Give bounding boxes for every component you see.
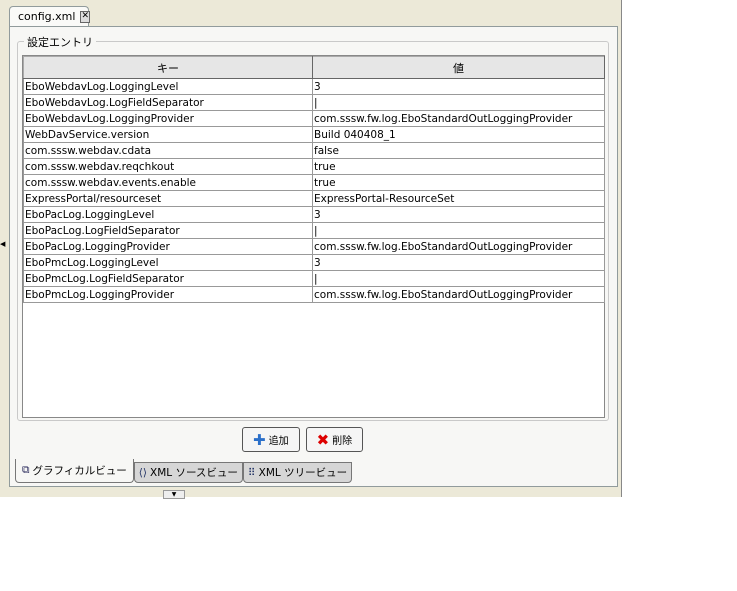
- value-cell[interactable]: Build 040408_1: [312, 126, 605, 143]
- value-cell[interactable]: com.sssw.fw.log.EboStandardOutLoggingPro…: [312, 286, 605, 303]
- key-cell[interactable]: ExpressPortal/resourceset: [23, 190, 313, 207]
- table-row[interactable]: EboPacLog.LogFieldSeparator |: [23, 222, 605, 239]
- key-cell[interactable]: WebDavService.version: [23, 126, 313, 143]
- key-cell[interactable]: EboWebdavLog.LoggingProvider: [23, 110, 313, 127]
- value-cell[interactable]: true: [312, 174, 605, 191]
- key-cell[interactable]: EboPmcLog.LogFieldSeparator: [23, 270, 313, 287]
- key-cell[interactable]: EboPacLog.LoggingLevel: [23, 206, 313, 223]
- value-cell[interactable]: 3: [312, 206, 605, 223]
- entries-table: キー 値 EboWebdavLog.LoggingLevel 3 EboWebdav…: [22, 55, 605, 418]
- table-row[interactable]: EboPmcLog.LoggingLevel 3: [23, 254, 605, 271]
- table-row[interactable]: WebDavService.version Build 040408_1: [23, 126, 605, 143]
- value-cell[interactable]: |: [312, 222, 605, 239]
- table-row[interactable]: com.sssw.webdav.cdata false: [23, 142, 605, 159]
- table-row[interactable]: EboPacLog.LoggingProvider com.sssw.fw.log…: [23, 238, 605, 255]
- value-cell[interactable]: |: [312, 94, 605, 111]
- add-button-label: 追加: [268, 436, 289, 447]
- table-row[interactable]: EboPmcLog.LoggingProvider com.sssw.fw.log…: [23, 286, 605, 303]
- key-cell[interactable]: com.sssw.webdav.reqchkout: [23, 158, 313, 175]
- key-cell[interactable]: EboWebdavLog.LogFieldSeparator: [23, 94, 313, 111]
- table-row[interactable]: EboPmcLog.LogFieldSeparator |: [23, 270, 605, 287]
- tab-label: XML ツリービュー: [258, 467, 348, 479]
- table-row[interactable]: ExpressPortal/resourceset ExpressPortal-R…: [23, 190, 605, 207]
- table-row[interactable]: EboWebdavLog.LoggingLevel 3: [23, 78, 605, 95]
- value-cell[interactable]: 3: [312, 78, 605, 95]
- column-header-key[interactable]: キー: [23, 56, 313, 79]
- tab-xml-source-view[interactable]: ⟨⟩ XML ソースビュー: [133, 462, 243, 483]
- collapse-left-icon[interactable]: ◀: [0, 240, 5, 248]
- key-cell[interactable]: EboPacLog.LoggingProvider: [23, 238, 313, 255]
- key-cell[interactable]: EboPmcLog.LoggingLevel: [23, 254, 313, 271]
- key-cell[interactable]: com.sssw.webdav.cdata: [23, 142, 313, 159]
- value-cell[interactable]: ExpressPortal-ResourceSet: [312, 190, 605, 207]
- key-cell[interactable]: com.sssw.webdav.events.enable: [23, 174, 313, 191]
- table-row[interactable]: com.sssw.webdav.reqchkout true: [23, 158, 605, 175]
- value-cell[interactable]: com.sssw.fw.log.EboStandardOutLoggingPro…: [312, 238, 605, 255]
- value-cell[interactable]: 3: [312, 254, 605, 271]
- delete-button-label: 削除: [332, 436, 353, 447]
- editor-panel: config.xml ✕ 設定エントリ キー 値 EboWebdavLog.Lo…: [0, 0, 622, 499]
- file-tab-label: config.xml: [18, 10, 76, 23]
- value-cell[interactable]: com.sssw.fw.log.EboStandardOutLoggingPro…: [312, 110, 605, 127]
- graphical-view-icon: ⧉: [22, 464, 30, 476]
- tab-label: XML ソースビュー: [150, 467, 238, 479]
- plus-icon: ✚: [253, 430, 266, 449]
- key-cell[interactable]: EboWebdavLog.LoggingLevel: [23, 78, 313, 95]
- delete-button[interactable]: ✖ 削除: [305, 427, 364, 452]
- xml-source-icon: ⟨⟩: [138, 466, 147, 479]
- expand-down-button[interactable]: ▼: [163, 490, 185, 499]
- tab-graphical-view[interactable]: ⧉ グラフィカルビュー: [15, 459, 134, 483]
- table-row[interactable]: EboWebdavLog.LoggingProvider com.sssw.fw.…: [23, 110, 605, 127]
- table-row[interactable]: com.sssw.webdav.events.enable true: [23, 174, 605, 191]
- delete-x-icon: ✖: [316, 430, 330, 449]
- close-icon[interactable]: ✕: [80, 10, 90, 23]
- editor-area: 設定エントリ キー 値 EboWebdavLog.LoggingLevel 3 Eb…: [9, 26, 618, 487]
- value-cell[interactable]: false: [312, 142, 605, 159]
- file-tab[interactable]: config.xml ✕: [9, 6, 90, 26]
- column-header-value[interactable]: 値: [312, 56, 605, 79]
- value-cell[interactable]: true: [312, 158, 605, 175]
- tab-xml-tree-view[interactable]: ⠿ XML ツリービュー: [242, 462, 353, 483]
- tree-icon: ⠿: [247, 466, 256, 479]
- table-row[interactable]: EboPacLog.LoggingLevel 3: [23, 206, 605, 223]
- table-row[interactable]: EboWebdavLog.LogFieldSeparator |: [23, 94, 605, 111]
- group-title: 設定エントリ: [24, 34, 96, 50]
- key-cell[interactable]: EboPacLog.LogFieldSeparator: [23, 222, 313, 239]
- key-cell[interactable]: EboPmcLog.LoggingProvider: [23, 286, 313, 303]
- add-button[interactable]: ✚ 追加: [242, 427, 300, 452]
- tab-label: グラフィカルビュー: [32, 465, 127, 477]
- value-cell[interactable]: |: [312, 270, 605, 287]
- settings-group: 設定エントリ キー 値 EboWebdavLog.LoggingLevel 3 Eb…: [17, 34, 609, 421]
